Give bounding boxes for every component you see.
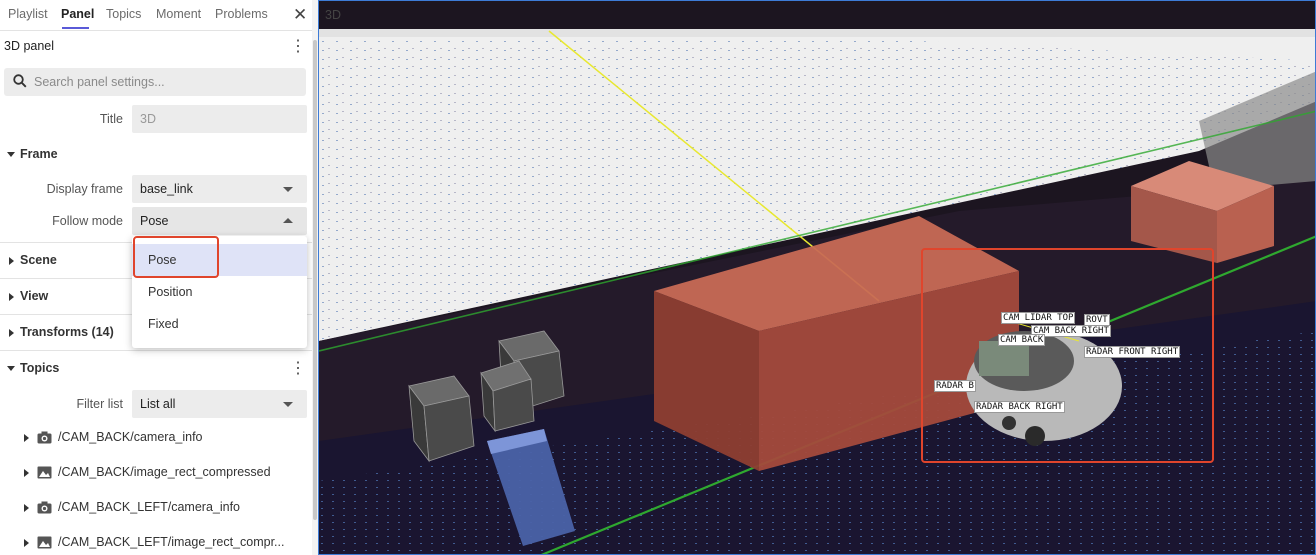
option-fixed[interactable]: Fixed <box>132 308 307 340</box>
section-view-title: View <box>20 289 49 303</box>
follow-mode-label: Follow mode <box>52 214 123 228</box>
display-frame-select[interactable]: base_link <box>132 175 307 203</box>
caret-down-icon <box>283 402 293 407</box>
follow-mode-value: Pose <box>140 214 169 228</box>
chevron-right-icon <box>9 293 14 301</box>
image-icon <box>37 536 52 549</box>
filter-list-label: Filter list <box>76 397 123 411</box>
chevron-right-icon <box>24 504 29 512</box>
annotation-highlight <box>133 236 219 278</box>
tab-panel[interactable]: Panel <box>61 7 94 21</box>
section-frame-title: Frame <box>20 147 58 161</box>
chevron-right-icon <box>24 469 29 477</box>
search-placeholder: Search panel settings... <box>34 75 165 89</box>
section-topics[interactable]: Topics ⋮ <box>0 350 312 387</box>
follow-mode-select[interactable]: Pose <box>132 207 307 235</box>
section-frame[interactable]: Frame <box>0 137 312 173</box>
filter-list-select[interactable]: List all <box>132 390 307 418</box>
section-transforms-title: Transforms (14) <box>20 325 114 339</box>
filter-list-value: List all <box>140 397 176 411</box>
tab-topics[interactable]: Topics <box>106 7 141 21</box>
close-icon[interactable]: ✕ <box>293 5 307 25</box>
camera-icon <box>37 501 52 514</box>
chevron-down-icon <box>7 366 15 371</box>
topic-row[interactable]: /CAM_BACK/camera_info <box>0 421 312 456</box>
viewport-title: 3D <box>325 8 341 22</box>
topics-menu-icon[interactable]: ⋮ <box>290 361 306 377</box>
topic-name: /CAM_BACK/image_rect_compressed <box>58 465 271 479</box>
topic-row[interactable]: /CAM_BACK_LEFT/camera_info <box>0 491 312 526</box>
caret-down-icon <box>283 187 293 192</box>
topic-row[interactable]: /CAM_BACK_LEFT/image_rect_compr... <box>0 526 312 555</box>
image-icon <box>37 466 52 479</box>
tab-moment[interactable]: Moment <box>156 7 201 21</box>
title-label: Title <box>99 112 123 126</box>
chevron-down-icon <box>7 152 15 157</box>
annotation-highlight <box>921 248 1214 463</box>
option-position[interactable]: Position <box>132 276 307 308</box>
chevron-right-icon <box>24 539 29 547</box>
sidebar-tabs: Playlist Panel Topics Moment Problems ✕ <box>0 0 312 31</box>
chevron-right-icon <box>24 434 29 442</box>
chevron-right-icon <box>9 329 14 337</box>
topic-name: /CAM_BACK_LEFT/camera_info <box>58 500 241 514</box>
camera-icon <box>37 431 52 444</box>
caret-up-icon <box>283 218 293 223</box>
active-tab-indicator <box>62 27 89 29</box>
panel-name: 3D panel <box>4 39 55 53</box>
section-topics-title: Topics <box>20 361 60 375</box>
topic-name: /CAM_BACK/camera_info <box>58 430 203 444</box>
display-frame-value: base_link <box>140 182 193 196</box>
tab-playlist[interactable]: Playlist <box>8 7 48 21</box>
tab-problems[interactable]: Problems <box>215 7 268 21</box>
topic-name: /CAM_BACK_LEFT/image_rect_compr... <box>58 535 285 549</box>
search-input[interactable]: Search panel settings... <box>4 68 306 96</box>
chevron-right-icon <box>9 257 14 265</box>
title-field[interactable]: 3D <box>132 105 307 133</box>
scrollbar-thumb[interactable] <box>313 40 317 520</box>
title-value: 3D <box>140 112 156 126</box>
settings-sidebar: Playlist Panel Topics Moment Problems ✕ … <box>0 0 312 555</box>
search-icon <box>13 74 27 88</box>
topic-row[interactable]: /CAM_BACK/image_rect_compressed <box>0 456 312 491</box>
panel-menu-icon[interactable]: ⋮ <box>290 39 306 55</box>
section-scene-title: Scene <box>20 253 57 267</box>
display-frame-label: Display frame <box>46 182 123 196</box>
